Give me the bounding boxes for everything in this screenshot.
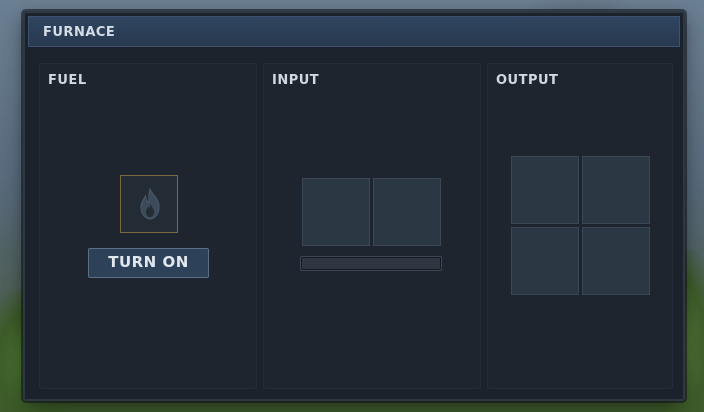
fuel-panel: FUEL TURN ON xyxy=(39,63,257,389)
output-slot-2[interactable] xyxy=(582,156,650,224)
window-titlebar[interactable]: FURNACE xyxy=(28,16,680,47)
smelt-progress-bar xyxy=(300,256,442,271)
output-label: OUTPUT xyxy=(496,73,559,88)
input-slot-2[interactable] xyxy=(373,178,441,246)
fuel-slot[interactable] xyxy=(120,175,178,233)
turn-on-button[interactable]: TURN ON xyxy=(88,248,209,278)
output-slot-4[interactable] xyxy=(582,227,650,295)
output-slot-3[interactable] xyxy=(511,227,579,295)
input-panel: INPUT xyxy=(263,63,481,389)
window-title: FURNACE xyxy=(43,25,116,40)
input-label: INPUT xyxy=(272,73,320,88)
input-slot-1[interactable] xyxy=(302,178,370,246)
fuel-label: FUEL xyxy=(48,73,87,88)
fire-icon xyxy=(140,187,160,220)
furnace-window: FURNACE FUEL TURN ON INPUT OUTPUT xyxy=(23,11,685,401)
output-panel: OUTPUT xyxy=(487,63,673,389)
progress-track xyxy=(302,258,440,269)
output-slot-1[interactable] xyxy=(511,156,579,224)
